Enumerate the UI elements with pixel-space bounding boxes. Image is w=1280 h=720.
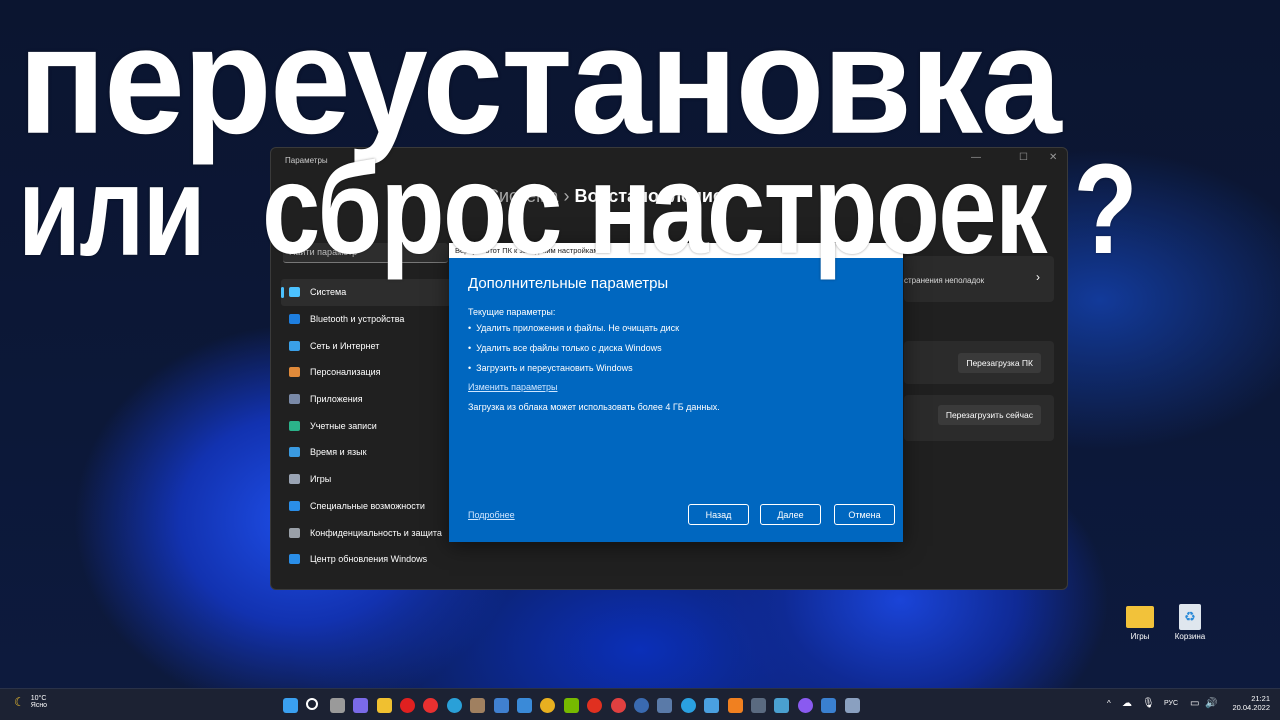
- sidebar-item[interactable]: Персонализация: [281, 359, 451, 386]
- paint-icon[interactable]: [493, 698, 509, 713]
- sidebar-item[interactable]: Система: [281, 279, 451, 306]
- sidebar-item[interactable]: Приложения: [281, 386, 451, 413]
- sidebar-item-label: Конфиденциальность и защита: [310, 527, 442, 538]
- bullet-item: • Удалить все файлы только с диска Windo…: [468, 343, 662, 353]
- fix-card: Перезагрузка ПК: [904, 341, 1054, 384]
- app-icon[interactable]: [470, 698, 486, 713]
- store-icon[interactable]: [517, 698, 532, 713]
- yandex-icon[interactable]: [587, 698, 603, 713]
- nav-icon: [289, 394, 300, 405]
- show-hidden-icons-button[interactable]: ^: [1107, 699, 1111, 708]
- weather-condition: Ясно: [30, 702, 48, 709]
- language-indicator[interactable]: РУС: [1164, 700, 1178, 707]
- volume-icon[interactable]: 🔊: [1205, 698, 1217, 709]
- desktop-icon-recycle-bin[interactable]: ♻ Корзина: [1165, 604, 1215, 641]
- sidebar-nav: Система Bluetooth и устройства Сеть и Инте…: [281, 279, 451, 573]
- clock[interactable]: 21:21 20.04.2022: [1228, 694, 1270, 712]
- sidebar-item[interactable]: Центр обновления Windows: [281, 546, 451, 573]
- sidebar-item-label: Сеть и Интернет: [310, 340, 380, 351]
- cloud-note: Загрузка из облака может использовать бо…: [468, 402, 720, 412]
- sidebar-item-label: Приложения: [310, 394, 363, 405]
- nav-icon: [289, 287, 300, 298]
- sidebar-item[interactable]: Bluetooth и устройства: [281, 306, 451, 333]
- network-icon[interactable]: ▭: [1190, 698, 1199, 709]
- cancel-button[interactable]: Отмена: [834, 504, 895, 525]
- nav-icon: [289, 420, 300, 431]
- weather-temp: 10°C: [30, 695, 47, 702]
- calculator-icon[interactable]: [657, 698, 673, 713]
- recycle-bin-icon: ♻: [1179, 604, 1201, 630]
- overlay-title-line2: сброс настроек ?: [262, 138, 1138, 281]
- sidebar-item[interactable]: Время и язык: [281, 439, 451, 466]
- nav-icon: [289, 500, 300, 511]
- settings-icon[interactable]: [844, 698, 860, 713]
- nav-icon: [289, 474, 300, 485]
- camera-icon[interactable]: [751, 698, 766, 713]
- sidebar-item-label: Система: [310, 287, 347, 298]
- sidebar-item-label: Время и язык: [310, 447, 367, 458]
- restart-now-button[interactable]: Перезагрузить сейчас: [937, 405, 1041, 425]
- advanced-startup-card: Перезагрузить сейчас: [904, 395, 1054, 441]
- opera-icon[interactable]: [400, 698, 415, 713]
- taskbar: ☾ 10°C Ясно ^ ☁ 🎙 РУС ▭ 🔊 21:21 20.04.2022: [0, 688, 1280, 720]
- desktop-icon-label: Корзина: [1174, 632, 1206, 641]
- clock-date: 20.04.2022: [1232, 703, 1270, 712]
- nav-icon: [289, 340, 300, 351]
- microphone-icon[interactable]: 🎙: [1142, 698, 1155, 709]
- next-button[interactable]: Далее: [760, 504, 821, 525]
- sidebar-item-label: Игры: [310, 474, 332, 485]
- overlay-title-or: или: [18, 140, 206, 283]
- sidebar-item-label: Персонализация: [310, 367, 381, 378]
- change-settings-link[interactable]: Изменить параметры: [468, 382, 557, 392]
- sidebar-item-label: Специальные возможности: [310, 500, 425, 511]
- notepad-icon[interactable]: [704, 698, 720, 713]
- bullet-item: • Удалить приложения и файлы. Не очищать…: [468, 323, 680, 333]
- nav-icon: [289, 367, 300, 378]
- sidebar-item-label: Центр обновления Windows: [310, 554, 428, 565]
- yandex-browser-icon[interactable]: [423, 698, 439, 713]
- nav-icon: [289, 554, 300, 565]
- desktop-icon-label: Игры: [1130, 632, 1150, 641]
- nav-icon: [289, 314, 300, 325]
- desktop-icon-games[interactable]: Игры: [1115, 606, 1165, 641]
- sidebar-item[interactable]: Игры: [281, 466, 451, 493]
- nav-icon: [289, 527, 300, 538]
- telegram-icon[interactable]: [680, 698, 696, 713]
- start-icon[interactable]: [283, 698, 298, 713]
- chat-icon[interactable]: [353, 698, 369, 713]
- sidebar-item[interactable]: Сеть и Интернет: [281, 332, 451, 359]
- chrome-icon[interactable]: [540, 698, 556, 713]
- sidebar-item-label: Bluetooth и устройства: [310, 314, 405, 325]
- nvidia-icon[interactable]: [563, 698, 579, 713]
- sidebar-item-label: Учетные записи: [310, 420, 377, 431]
- bullet-item: • Загрузить и переустановить Windows: [468, 363, 633, 373]
- restart-pc-button[interactable]: Перезагрузка ПК: [958, 353, 1041, 373]
- current-settings-label: Текущие параметры:: [468, 307, 556, 317]
- weather-widget[interactable]: ☾ 10°C Ясно: [14, 695, 47, 709]
- moon-icon: ☾: [14, 695, 25, 709]
- alice-icon[interactable]: [797, 698, 813, 713]
- edge-icon[interactable]: [446, 698, 462, 713]
- explorer-icon[interactable]: [376, 698, 392, 713]
- sidebar-item[interactable]: Специальные возможности: [281, 493, 451, 520]
- clock-time: 21:21: [1251, 694, 1270, 703]
- steam-icon[interactable]: [634, 698, 649, 713]
- vlc-icon[interactable]: [727, 698, 743, 713]
- reset-pc-dialog: Вернуть этот ПК к заводским настройкам Д…: [449, 243, 903, 542]
- sidebar-item[interactable]: Конфиденциальность и защита: [281, 519, 451, 546]
- search-icon[interactable]: [306, 698, 319, 710]
- monitor-icon[interactable]: [774, 698, 790, 713]
- learn-more-link[interactable]: Подробнее: [468, 510, 515, 520]
- task-view-icon[interactable]: [329, 698, 345, 713]
- back-button[interactable]: Назад: [688, 504, 749, 525]
- sidebar-item[interactable]: Учетные записи: [281, 412, 451, 439]
- folder-icon: [1126, 606, 1154, 628]
- ea-icon[interactable]: [610, 698, 626, 713]
- photos-icon[interactable]: [821, 698, 837, 713]
- nav-icon: [289, 447, 300, 458]
- onedrive-icon[interactable]: ☁: [1122, 698, 1132, 709]
